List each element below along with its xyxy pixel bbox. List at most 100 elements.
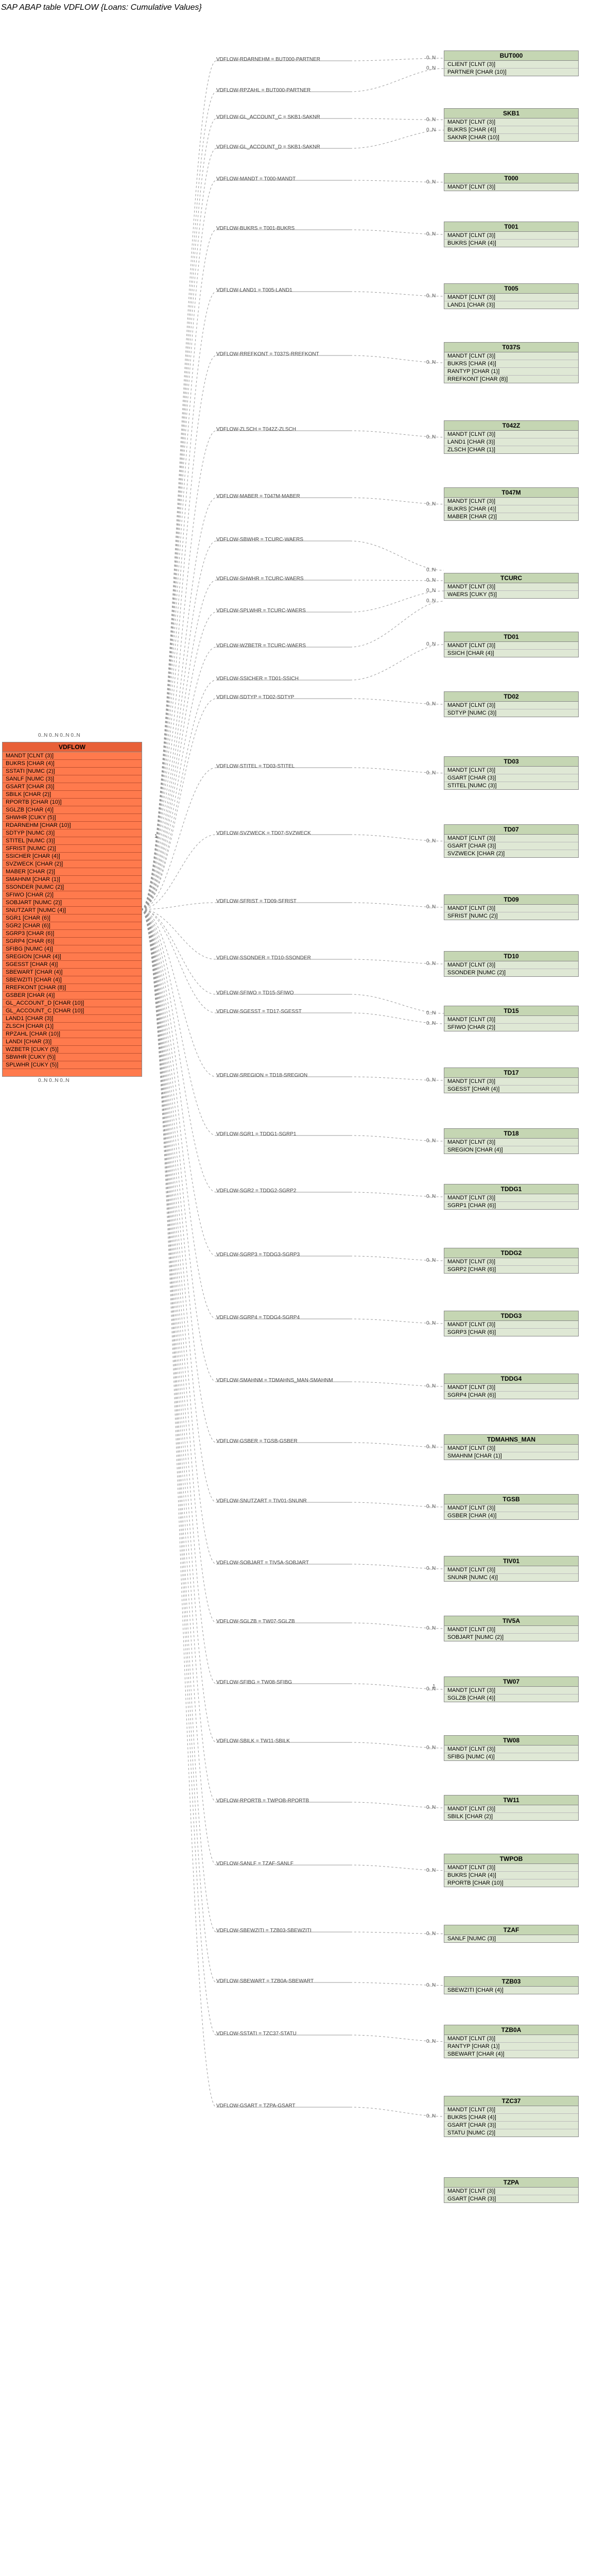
field-row: SFIWO [CHAR (2)] (444, 1024, 578, 1031)
table-header: T000 (444, 174, 578, 183)
edge-label: VDFLOW-SANLF = TZAF-SANLF (216, 1861, 293, 1867)
edge-label: VDFLOW-BUKRS = T001-BUKRS (216, 226, 294, 231)
cardinality: 0..N (426, 961, 436, 967)
field-row: SGR2 [CHAR (6)] (3, 922, 142, 930)
table-header: TZB03 (444, 1977, 578, 1987)
field-row: SHWHR [CUKY (5)] (3, 814, 142, 822)
edge-label: VDFLOW-RPZAHL = BUT000-PARTNER (216, 88, 310, 93)
field-row: MANDT [CLNT (3)] (444, 1687, 578, 1694)
table-box-T005: T005MANDT [CLNT (3)]LAND1 [CHAR (3)] (444, 283, 579, 309)
table-box-TIV5A: TIV5AMANDT [CLNT (3)]SOBJART [NUMC (2)] (444, 1616, 579, 1641)
table-box-TDDG2: TDDG2MANDT [CLNT (3)]SGRP2 [CHAR (6)] (444, 1248, 579, 1274)
field-row: SGLZB [CHAR (4)] (3, 806, 142, 814)
field-row: GSART [CHAR (3)] (444, 842, 578, 850)
field-row: SSICH [CHAR (4)] (444, 650, 578, 657)
edge-label: VDFLOW-GSART = TZPA-GSART (216, 2103, 296, 2109)
field-row: GSBER [CHAR (4)] (444, 1512, 578, 1519)
cardinality: 0..N (426, 127, 436, 133)
field-row: SOBJART [NUMC (2)] (444, 1634, 578, 1641)
field-row: MANDT [CLNT (3)] (444, 1864, 578, 1872)
cardinality: 0..N (426, 701, 436, 707)
cardinality: 0..N (426, 567, 436, 573)
field-row: SAKNR [CHAR (10)] (444, 134, 578, 141)
field-row: SBEWZITI [CHAR (4)] (444, 1987, 578, 1994)
table-header: TDMAHNS_MAN (444, 1435, 578, 1445)
field-row: RPZAHL [CHAR (10)] (3, 1030, 142, 1038)
table-box-TD09: TD09MANDT [CLNT (3)]SFRIST [NUMC (2)] (444, 894, 579, 920)
table-box-TDDG4: TDDG4MANDT [CLNT (3)]SGRP4 [CHAR (6)] (444, 1374, 579, 1399)
table-box-TD17: TD17MANDT [CLNT (3)]SGESST [CHAR (4)] (444, 1067, 579, 1093)
table-header: TD02 (444, 692, 578, 702)
edge-label: VDFLOW-SSONDER = TD10-SSONDER (216, 955, 311, 961)
cardinality: 0..N (426, 434, 436, 440)
table-header: SKB1 (444, 109, 578, 118)
field-row: GSART [CHAR (3)] (3, 783, 142, 791)
edge-label: VDFLOW-RDARNEHM = BUT000-PARTNER (216, 57, 320, 62)
field-row: MANDT [CLNT (3)] (444, 1445, 578, 1452)
field-row: SGR1 [CHAR (6)] (3, 914, 142, 922)
table-header: TIV5A (444, 1616, 578, 1626)
field-row: MANDT [CLNT (3)] (444, 1016, 578, 1024)
field-row: STITEL [NUMC (3)] (444, 782, 578, 789)
field-row: STITEL [NUMC (3)] (3, 837, 142, 845)
table-header: TZAF (444, 1925, 578, 1935)
table-box-TDDG1: TDDG1MANDT [CLNT (3)]SGRP1 [CHAR (6)] (444, 1184, 579, 1210)
table-header: T047M (444, 488, 578, 498)
table-header: TD17 (444, 1068, 578, 1078)
field-row: SBWHR [CUKY (5)] (3, 1054, 142, 1061)
table-box-TD07: TD07MANDT [CLNT (3)]GSART [CHAR (3)]SVZW… (444, 824, 579, 858)
cardinality: 0..N (426, 293, 436, 299)
field-row: SSONDER [NUMC (2)] (3, 884, 142, 891)
table-header: TD10 (444, 952, 578, 961)
field-row: MABER [CHAR (2)] (3, 868, 142, 876)
field-row: MANDT [CLNT (3)] (444, 905, 578, 912)
table-header: TWPOB (444, 1854, 578, 1864)
edge-label: VDFLOW-SGLZB = TW07-SGLZB (216, 1619, 295, 1624)
field-row: MANDT [CLNT (3)] (444, 642, 578, 650)
cardinality: 0..N (426, 2113, 436, 2119)
field-row: MANDT [CLNT (3)] (444, 498, 578, 505)
table-header: TDDG3 (444, 1311, 578, 1321)
table-box-TD10: TD10MANDT [CLNT (3)]SSONDER [NUMC (2)] (444, 951, 579, 977)
edge-label: VDFLOW-SGR1 = TDDG1-SGRP1 (216, 1131, 297, 1137)
field-row: SGLZB [CHAR (4)] (444, 1694, 578, 1702)
edge-label: VDFLOW-SBEWZITI = TZB03-SBEWZITI (216, 1928, 311, 1934)
table-box-BUT000: BUT000CLIENT [CLNT (3)]PARTNER [CHAR (10… (444, 50, 579, 76)
field-row: MANDT [CLNT (3)] (444, 835, 578, 842)
table-box-TD18: TD18MANDT [CLNT (3)]SREGION [CHAR (4)] (444, 1128, 579, 1154)
table-box-T037S: T037SMANDT [CLNT (3)]BUKRS [CHAR (4)]RAN… (444, 342, 579, 383)
field-row: GSART [CHAR (3)] (444, 774, 578, 782)
table-box-T000: T000MANDT [CLNT (3)] (444, 173, 579, 191)
field-row: SGRP4 [CHAR (6)] (3, 938, 142, 945)
cardinality: 0..N (426, 117, 436, 123)
edge-label: VDFLOW-SBWHR = TCURC-WAERS (216, 537, 303, 543)
field-row: SMAHNM [CHAR (1)] (3, 876, 142, 884)
edge-label: VDFLOW-RPORTB = TWPOB-RPORTB (216, 1798, 309, 1804)
edge-label: VDFLOW-SHWHR = TCURC-WAERS (216, 576, 304, 582)
cardinality: 0..N (426, 770, 436, 776)
cardinality: 0..N (426, 588, 436, 594)
cardinality: 0..N (426, 1258, 436, 1263)
table-box-TWPOB: TWPOBMANDT [CLNT (3)]BUKRS [CHAR (4)]RPO… (444, 1854, 579, 1887)
table-header: TGSB (444, 1495, 578, 1504)
table-box-TDDG3: TDDG3MANDT [CLNT (3)]SGRP3 [CHAR (6)] (444, 1311, 579, 1336)
table-box-T001: T001MANDT [CLNT (3)]BUKRS [CHAR (4)] (444, 222, 579, 247)
edge-label: VDFLOW-SSTATI = TZC37-STATU (216, 2031, 297, 2037)
cardinality: 0..N (426, 501, 436, 507)
field-row: SGESST [CHAR (4)] (444, 1086, 578, 1093)
edge-label: VDFLOW-SGESST = TD17-SGESST (216, 1009, 302, 1014)
field-row: GL_ACCOUNT_C [CHAR (10)] (3, 1007, 142, 1015)
edge-label: VDFLOW-SPLWHR = TCURC-WAERS (216, 608, 306, 614)
field-row: RPORTB [CHAR (10)] (3, 799, 142, 806)
cardinality: 0..N (426, 598, 436, 604)
field-row: MANDT [CLNT (3)] (444, 183, 578, 191)
diagram-canvas: VDFLOWMANDT [CLNT (3)]BUKRS [CHAR (4)]SS… (0, 15, 589, 2576)
edge-label: VDFLOW-SVZWECK = TD07-SVZWECK (216, 831, 311, 836)
table-box-TD01: TD01MANDT [CLNT (3)]SSICH [CHAR (4)] (444, 632, 579, 657)
edge-label: VDFLOW-GL_ACCOUNT_D = SKB1-SAKNR (216, 144, 320, 150)
table-header: TW11 (444, 1795, 578, 1805)
field-row: MANDT [CLNT (3)] (444, 232, 578, 240)
cardinality: 0..N (426, 1504, 436, 1510)
field-row: SVZWECK [CHAR (2)] (444, 850, 578, 857)
field-row: MANDT [CLNT (3)] (444, 118, 578, 126)
